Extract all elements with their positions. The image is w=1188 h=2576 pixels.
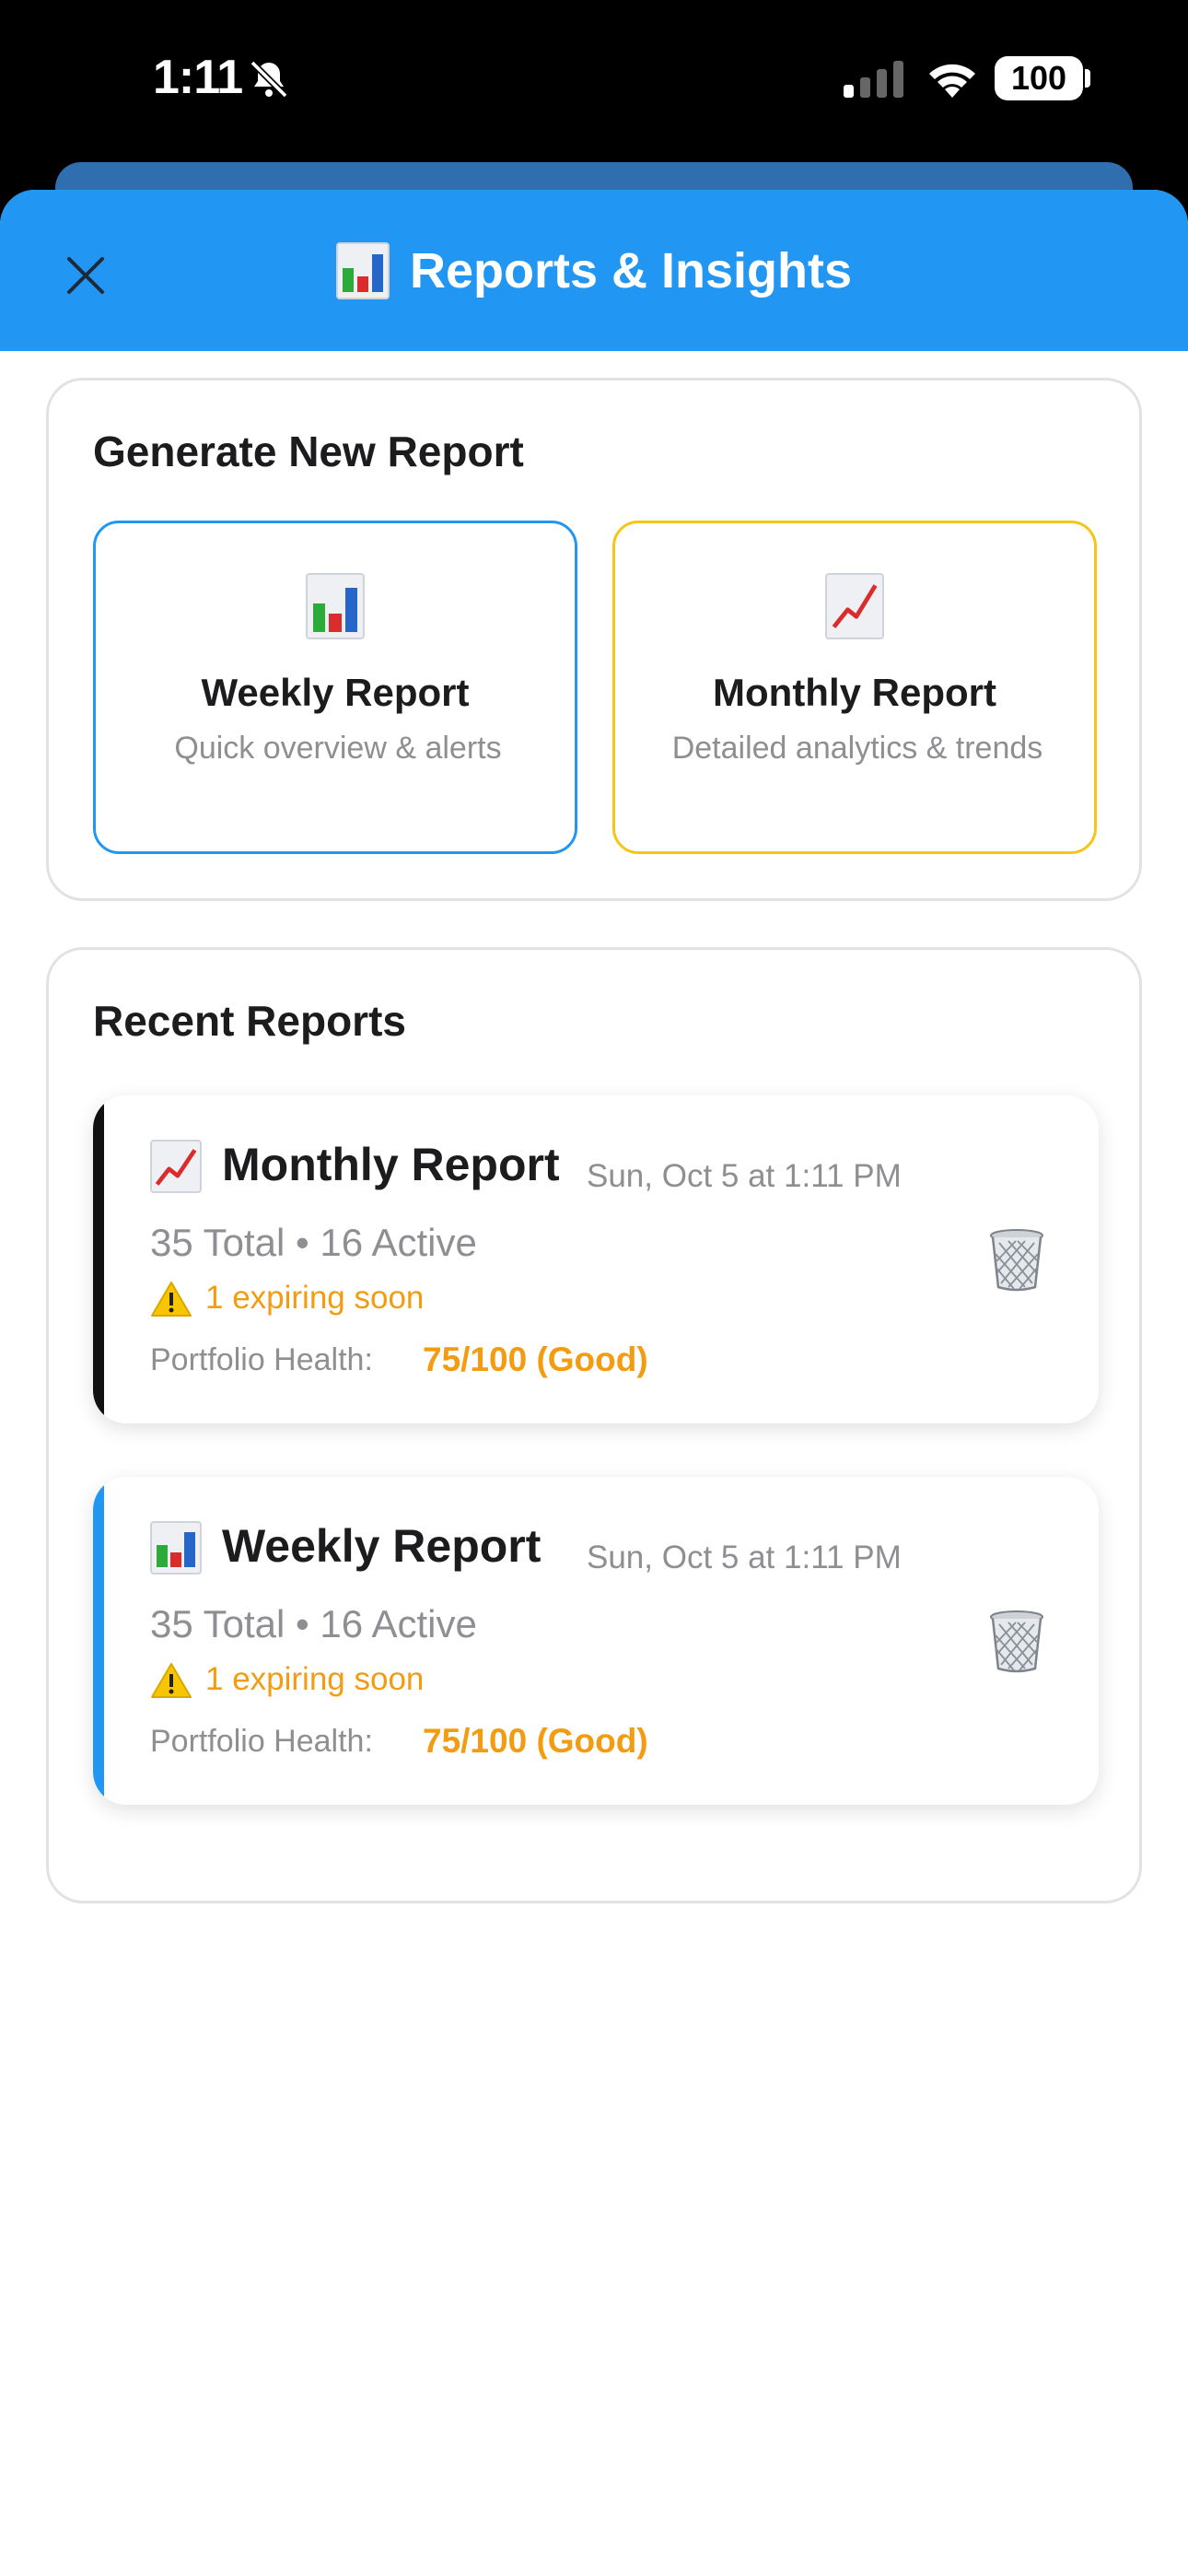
health-value: 75/100 (Good) [423, 1341, 648, 1378]
report-item-weekly[interactable]: Weekly Report Sun, Oct 5 at 1:11 PM 35 T… [93, 1477, 1099, 1805]
report-date: Sun, Oct 5 at 1:11 PM [587, 1158, 902, 1194]
recent-reports-card: Recent Reports Monthly Report Sun, Oct 5… [46, 947, 1142, 1903]
cellular-signal-icon [844, 61, 903, 98]
battery-indicator: 100 [995, 56, 1083, 100]
generate-heading: Generate New Report [93, 427, 524, 475]
status-time: 1:11 [153, 51, 243, 104]
generate-monthly-button[interactable]: Monthly Report Detailed analytics & tren… [612, 521, 1097, 854]
chart-increasing-icon [825, 573, 884, 639]
bar-chart-icon [306, 573, 365, 639]
health-value: 75/100 (Good) [423, 1722, 648, 1760]
bar-chart-icon [335, 242, 390, 299]
warning-icon [151, 1663, 192, 1698]
expiring-warning: 1 expiring soon [205, 1280, 425, 1316]
wifi-icon [929, 64, 975, 98]
health-label: Portfolio Health: [150, 1724, 373, 1759]
report-item-monthly[interactable]: Monthly Report Sun, Oct 5 at 1:11 PM 35 … [93, 1095, 1099, 1423]
option-description: Detailed analytics & trends [671, 731, 1043, 766]
option-title: Monthly Report [713, 671, 996, 714]
chart-increasing-icon [150, 1140, 202, 1193]
trash-icon[interactable] [988, 1228, 1045, 1293]
generate-report-card: Generate New Report Weekly Report Quick … [46, 378, 1142, 901]
report-counts: 35 Total • 16 Active [150, 1221, 477, 1264]
report-title: Monthly Report [222, 1139, 560, 1190]
expiring-warning: 1 expiring soon [205, 1661, 425, 1697]
option-title: Weekly Report [201, 671, 470, 714]
bar-chart-icon [150, 1521, 202, 1575]
header-title-group: Reports & Insights [0, 238, 1188, 304]
warning-icon [151, 1282, 192, 1317]
battery-tip [1085, 69, 1090, 88]
report-accent-bar [93, 1095, 104, 1423]
trash-icon[interactable] [988, 1610, 1045, 1674]
report-title: Weekly Report [222, 1520, 542, 1572]
recent-heading: Recent Reports [93, 997, 406, 1045]
report-date: Sun, Oct 5 at 1:11 PM [587, 1540, 902, 1575]
sheet-header: Reports & Insights [0, 190, 1188, 351]
report-counts: 35 Total • 16 Active [150, 1602, 477, 1645]
bell-slash-icon [250, 60, 288, 99]
report-accent-bar [93, 1477, 104, 1805]
status-bar: 1:11 100 [0, 0, 1188, 161]
reports-sheet: Reports & Insights Generate New Report W… [0, 190, 1188, 2576]
page-title: Reports & Insights [409, 243, 853, 299]
generate-weekly-button[interactable]: Weekly Report Quick overview & alerts [93, 521, 577, 854]
option-description: Quick overview & alerts [174, 731, 502, 766]
health-label: Portfolio Health: [150, 1342, 373, 1377]
